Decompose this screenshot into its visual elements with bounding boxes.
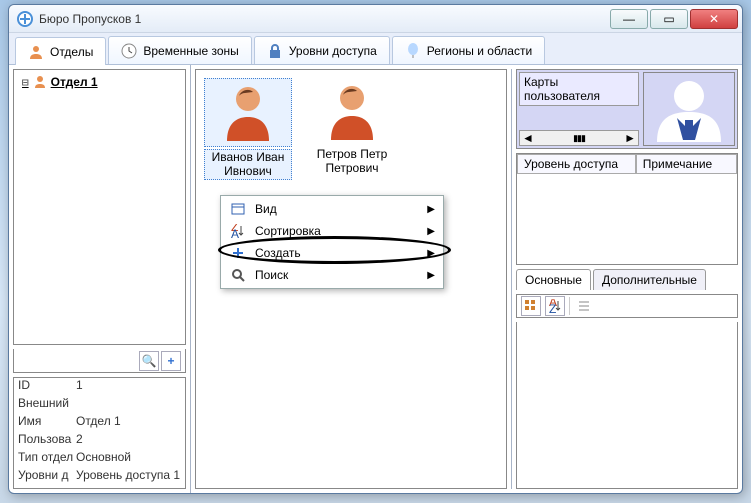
search-icon: [229, 268, 247, 282]
prop-row: Пользова2: [14, 432, 185, 450]
close-button[interactable]: ✕: [690, 9, 738, 29]
avatar-icon: [321, 80, 383, 140]
collapse-icon[interactable]: ⊟: [22, 76, 29, 89]
tab-timezones[interactable]: Временные зоны: [108, 36, 251, 64]
user-card[interactable]: Петров Петр Петрович: [308, 78, 396, 176]
cards-header: Карты пользователя: [519, 72, 639, 106]
svg-text:A: A: [231, 227, 239, 238]
user-name: Иванов Иван Ивнович: [204, 149, 292, 180]
prop-row: ИмяОтдел 1: [14, 414, 185, 432]
create-icon: [229, 246, 247, 260]
people-icon: [28, 44, 44, 60]
tab-access-levels[interactable]: Уровни доступа: [254, 36, 390, 64]
tab-departments[interactable]: Отделы: [15, 37, 106, 65]
scroll-left-icon[interactable]: ◄: [522, 131, 534, 145]
department-tree[interactable]: ⊟ Отдел 1: [13, 69, 186, 345]
tree-node-label: Отдел 1: [51, 75, 98, 89]
toolbar-divider: [569, 297, 570, 315]
avatar-icon: [217, 81, 279, 141]
detail-toolbar: AZ: [516, 294, 738, 318]
ctx-label: Создать: [255, 246, 301, 260]
right-panel: Карты пользователя ◄ ▮▮▮ ►: [512, 65, 742, 493]
scroll-right-icon[interactable]: ►: [624, 131, 636, 145]
details-button[interactable]: [574, 296, 594, 316]
note-col-header[interactable]: Примечание: [636, 154, 737, 174]
svg-text:Z: Z: [549, 302, 556, 313]
tree-add-button[interactable]: +: [161, 351, 181, 371]
sort-az-icon: AZ: [548, 299, 562, 313]
search-icon: 🔍: [142, 354, 157, 368]
ctx-label: Сортировка: [255, 224, 321, 238]
submenu-arrow-icon: ▶: [427, 226, 435, 237]
detail-tab-additional[interactable]: Дополнительные: [593, 269, 706, 290]
ctx-label: Поиск: [255, 268, 288, 282]
level-col-header[interactable]: Уровень доступа: [517, 154, 636, 174]
ctx-label: Вид: [255, 202, 277, 216]
clock-icon: [121, 43, 137, 59]
maximize-button[interactable]: ▭: [650, 9, 688, 29]
lock-icon: [267, 43, 283, 59]
detail-body[interactable]: [516, 322, 738, 489]
left-panel: ⊟ Отдел 1 🔍 + ID1 Внешний ИмяОтдел 1 Пол…: [9, 65, 191, 493]
app-icon: [17, 11, 33, 27]
ctx-create[interactable]: Создать ▶: [223, 242, 441, 264]
portrait-icon: [649, 76, 729, 142]
ctx-sort[interactable]: ZA Сортировка ▶: [223, 220, 441, 242]
people-icon: [33, 75, 47, 89]
submenu-arrow-icon: ▶: [427, 204, 435, 215]
tab-regions[interactable]: Регионы и области: [392, 36, 545, 64]
sort-az-button[interactable]: AZ: [545, 296, 565, 316]
submenu-arrow-icon: ▶: [427, 270, 435, 281]
categorize-button[interactable]: [521, 296, 541, 316]
main-tabstrip: Отделы Временные зоны Уровни доступа Рег…: [9, 33, 742, 65]
user-portrait: [643, 72, 735, 146]
user-name: Петров Петр Петрович: [308, 147, 396, 176]
ctx-view[interactable]: Вид ▶: [223, 198, 441, 220]
property-grid: ID1 Внешний ИмяОтдел 1 Пользова2 Тип отд…: [13, 377, 186, 489]
tab-label: Уровни доступа: [289, 44, 377, 58]
plus-icon: +: [167, 354, 174, 368]
user-card[interactable]: Иванов Иван Ивнович: [204, 78, 292, 180]
prop-row: ID1: [14, 378, 185, 396]
list-icon: [577, 299, 591, 313]
user-cards-box: Карты пользователя ◄ ▮▮▮ ►: [516, 69, 738, 149]
sort-icon: ZA: [229, 224, 247, 238]
tab-label: Отделы: [50, 45, 93, 59]
balloon-icon: [405, 43, 421, 59]
window-title: Бюро Пропусков 1: [39, 12, 141, 26]
tree-toolbar: 🔍 +: [13, 349, 186, 373]
tab-label: Временные зоны: [143, 44, 238, 58]
titlebar: Бюро Пропусков 1 — ▭ ✕: [9, 5, 742, 33]
detail-tab-main[interactable]: Основные: [516, 269, 591, 290]
submenu-arrow-icon: ▶: [427, 248, 435, 259]
prop-row: Тип отделОсновной: [14, 450, 185, 468]
minimize-button[interactable]: —: [610, 9, 648, 29]
prop-row: Уровни дУровень доступа 1: [14, 468, 185, 486]
cards-scrollbar[interactable]: ◄ ▮▮▮ ►: [519, 130, 639, 146]
access-level-list[interactable]: Уровень доступа Примечание: [516, 153, 738, 265]
grid-icon: [524, 299, 538, 313]
context-menu: Вид ▶ ZA Сортировка ▶ Создать ▶ Поиск ▶: [220, 195, 444, 289]
tree-node-department[interactable]: ⊟ Отдел 1: [18, 74, 181, 90]
tab-label: Регионы и области: [427, 44, 532, 58]
tree-search-button[interactable]: 🔍: [139, 351, 159, 371]
detail-tabstrip: Основные Дополнительные: [516, 269, 738, 290]
prop-row: Внешний: [14, 396, 185, 414]
view-icon: [229, 202, 247, 216]
ctx-search[interactable]: Поиск ▶: [223, 264, 441, 286]
